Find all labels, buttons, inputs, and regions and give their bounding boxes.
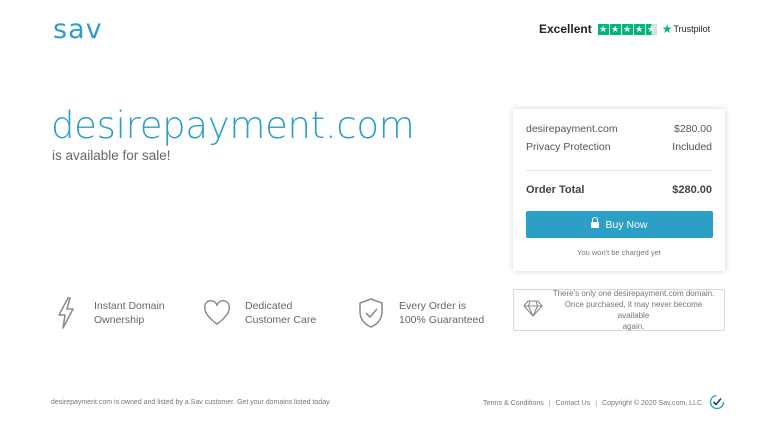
half-star-icon: ★ — [645, 23, 657, 35]
charge-note: You won't be charged yet — [577, 248, 661, 257]
feature-line: Instant Domain — [94, 300, 165, 312]
heart-icon — [203, 296, 231, 330]
feature-text: Dedicated Customer Care — [245, 299, 316, 327]
feature-line: 100% Guaranteed — [399, 314, 485, 326]
trustpilot-star-icon: ★ — [661, 22, 673, 36]
shield-check-icon — [357, 296, 385, 330]
order-item-price: Included — [672, 141, 712, 153]
star-icon: ★ — [609, 23, 621, 35]
domain-title: desirepayment.com — [51, 104, 415, 147]
trustpilot-brand-label: Trustpilot — [673, 24, 711, 34]
order-total-label: Order Total — [526, 184, 585, 196]
domain-subtitle: is available for sale! — [52, 148, 171, 163]
uniqueness-notice: There's only one desirepayment.com domai… — [513, 289, 725, 331]
notice-line: There's only one desirepayment.com domai… — [552, 289, 715, 298]
feature-customer-care: Dedicated Customer Care — [203, 296, 316, 330]
notice-line: Once purchased, it may never become avai… — [564, 300, 703, 320]
order-total-value: $280.00 — [672, 184, 712, 196]
notice-text: There's only one desirepayment.com domai… — [549, 288, 718, 332]
buy-now-button[interactable]: Buy Now — [526, 211, 713, 238]
contact-link[interactable]: Contact Us — [556, 400, 591, 407]
order-card: desirepayment.com $280.00 Privacy Protec… — [513, 109, 725, 271]
feature-line: Dedicated — [245, 300, 293, 312]
feature-line: Ownership — [94, 314, 145, 326]
verified-badge-icon[interactable] — [709, 394, 725, 410]
separator: | — [548, 400, 551, 407]
feature-instant-ownership: Instant Domain Ownership — [52, 296, 165, 330]
order-item-privacy: Privacy Protection Included — [526, 141, 712, 159]
feature-text: Instant Domain Ownership — [94, 299, 165, 327]
star-icon: ★ — [633, 23, 645, 35]
footer-links: Terms & Conditions | Contact Us | Copyri… — [483, 400, 702, 407]
order-total: Order Total $280.00 — [526, 179, 712, 201]
diamond-icon — [523, 299, 543, 322]
trustpilot-brand: ★ Trustpilot — [662, 22, 710, 36]
feature-line: Customer Care — [245, 314, 317, 326]
buy-now-label: Buy Now — [605, 218, 648, 231]
feature-guarantee: Every Order is 100% Guaranteed — [357, 296, 484, 330]
sav-logo[interactable]: sav — [53, 14, 103, 45]
footer-ownership-text: desirepayment.com is owned and listed by… — [51, 399, 332, 406]
star-icon: ★ — [597, 23, 609, 35]
trustpilot-widget[interactable]: Excellent ★ ★ ★ ★ ★ ★ Trustpilot — [539, 22, 710, 36]
terms-link[interactable]: Terms & Conditions — [483, 400, 544, 407]
card-divider — [526, 170, 712, 171]
lock-icon — [591, 217, 600, 229]
order-item-price: $280.00 — [674, 123, 712, 135]
separator: | — [595, 400, 598, 407]
star-icon: ★ — [621, 23, 633, 35]
order-item-label: desirepayment.com — [526, 123, 618, 135]
feature-text: Every Order is 100% Guaranteed — [399, 299, 484, 327]
copyright-text: Copyright © 2020 Sav.com, LLC — [602, 400, 702, 407]
feature-line: Every Order is — [399, 300, 467, 312]
trustpilot-rating-label: Excellent — [539, 22, 592, 36]
order-item-label: Privacy Protection — [526, 141, 611, 153]
lightning-icon — [52, 296, 80, 330]
trustpilot-stars: ★ ★ ★ ★ ★ — [597, 23, 657, 35]
order-item-domain: desirepayment.com $280.00 — [526, 123, 712, 141]
notice-line: again. — [622, 322, 645, 331]
